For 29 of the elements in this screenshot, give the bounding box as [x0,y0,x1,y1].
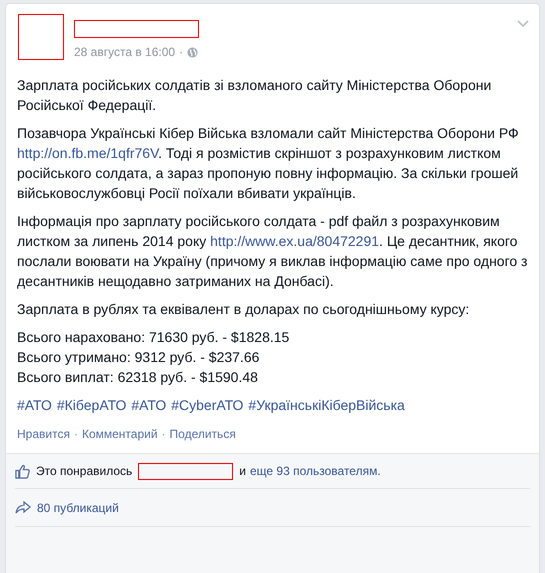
url-link[interactable]: http://www.ex.ua/80472291 [210,233,380,249]
chevron-down-icon[interactable] [517,20,529,28]
separator: · [179,44,184,61]
hashtag-link[interactable]: #АТО [131,395,166,415]
post-paragraph: Інформація про зарплату російського солдата - pdf файл з розрахунковим листком за липень 2014 року http://www.ex.ua/80472291. Це десантник, якого послали воювати на Україну (причому я виклав інформацію саме про одного з десантників нещодавно затриманих на Донбасі). [17,212,528,291]
likes-text: Это понравилось [36,463,132,480]
post-paragraph: Зарплата в рублях та еквівалент в доларах по сьогоднішньому курсу: [17,300,470,319]
thumbs-up-icon [15,464,30,478]
likes-link[interactable]: еще 93 пользователям. [250,462,381,480]
post-paragraph: Зарплата російських солдатів зі взломаного сайту Міністерства Оборони Російської Федерації. [17,76,492,115]
action-link[interactable]: Комментарий [82,425,158,443]
redacted-avatar [18,14,64,60]
shares-link[interactable]: 80 публикаций [37,498,119,516]
hashtag-link[interactable]: #АТО [17,395,52,415]
separator: · [74,426,78,443]
hashtag-link[interactable]: #УкраїнськіКіберВійська [248,395,405,415]
url-link[interactable]: http://on.fb.me/1qfr76V [17,145,158,161]
action-link[interactable]: Поделиться [170,425,236,443]
amount-line: Всього нараховано: 71630 руб. - $1828.15 [17,328,290,347]
post-paragraph: Позавчора Українські Кібер Війська взломали сайт Міністерства Оборони РФ http://on.fb.me/1qfr76V. Тоді я розмістив скрiншот з розрахунковим листком російського солдата, а зараз пропоную повну інформацію. За скільки грошей військовослужбовці Росії поїхали вбивати українців. [17,124,520,203]
globe-icon [187,46,198,58]
hashtag-link[interactable]: #CyberАТО [171,395,244,415]
share-arrow-icon [15,501,31,514]
separator: · [162,426,166,443]
action-link[interactable]: Нравится [17,425,70,443]
hashtag-link[interactable]: #КіберАТО [56,395,126,415]
amount-line: Всього утримано: 9312 руб. - $237.66 [17,348,260,367]
likes-text: и [239,463,246,480]
amount-line: Всього виплат: 62318 руб. - $1590.48 [17,368,259,387]
